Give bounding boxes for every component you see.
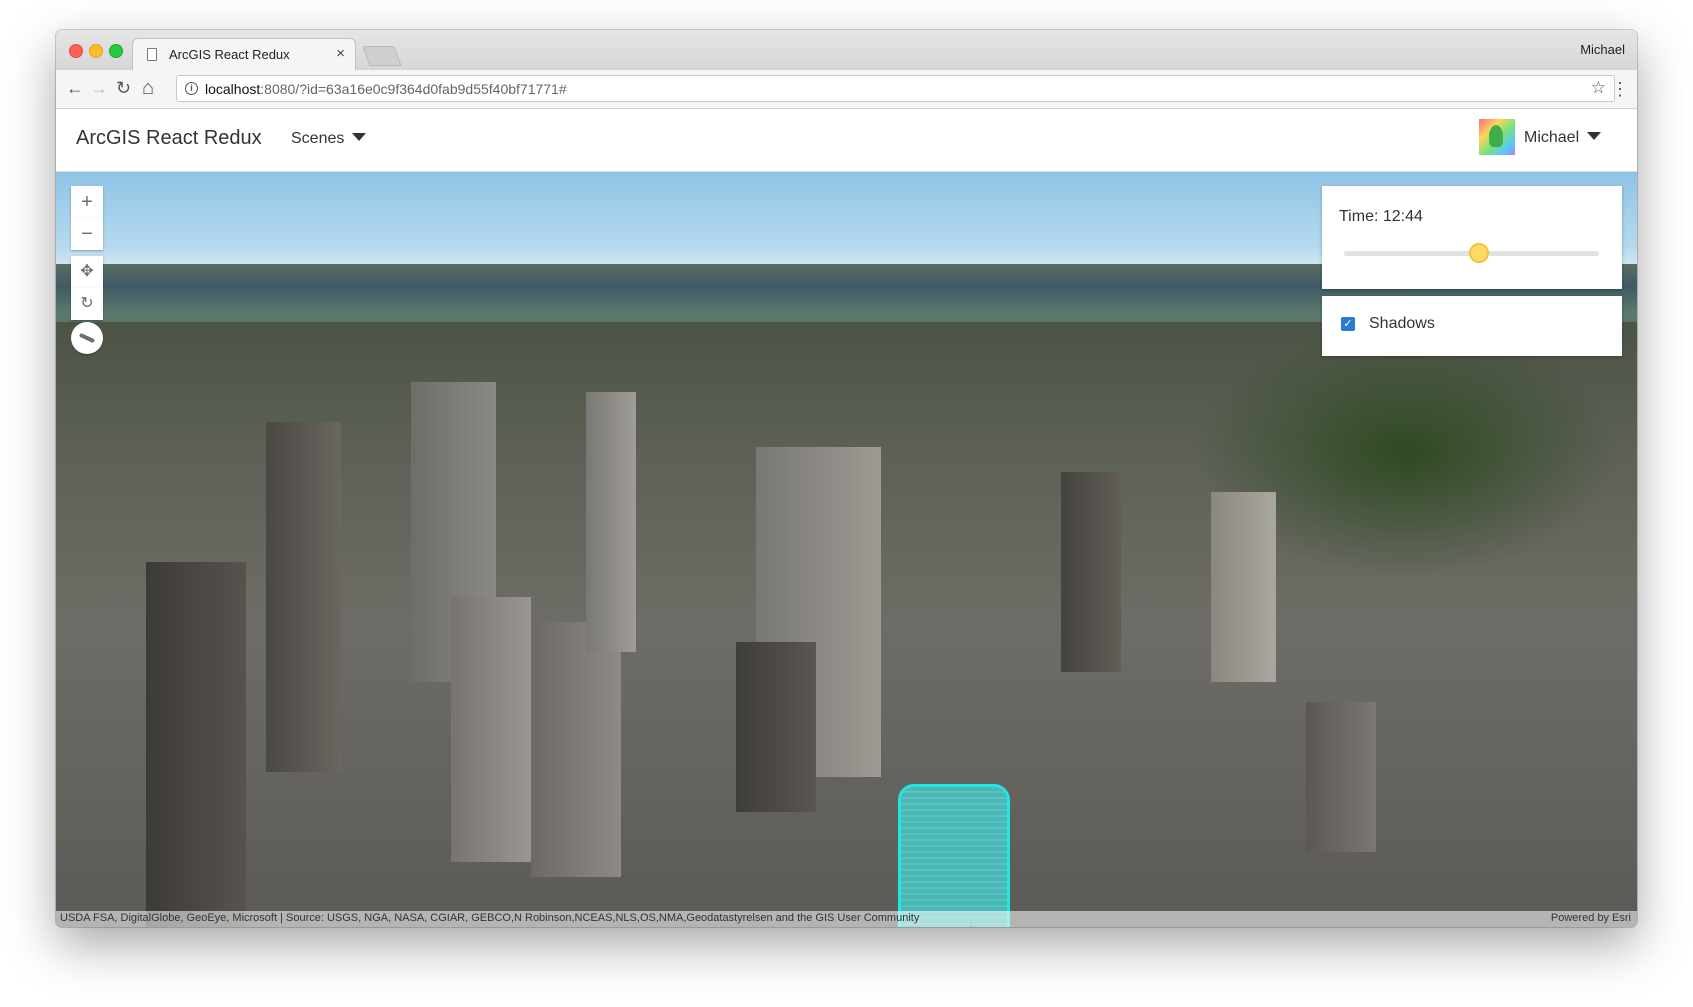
url-path: :8080/?id=63a16e0c9f364d0fab9d55f40bf717… bbox=[260, 81, 567, 97]
selected-building[interactable] bbox=[898, 784, 1010, 927]
info-icon[interactable]: i bbox=[185, 82, 198, 95]
page-icon bbox=[147, 48, 157, 61]
chevron-down-icon bbox=[1587, 132, 1602, 140]
reload-icon[interactable]: ↻ bbox=[116, 78, 131, 98]
app-header: ArcGIS React Redux Scenes Michael bbox=[56, 109, 1637, 172]
browser-toolbar: ← → ↻ ⌂ i localhost:8080/?id=63a16e0c9f3… bbox=[56, 70, 1637, 109]
building bbox=[266, 422, 341, 772]
building bbox=[1061, 472, 1121, 672]
browser-menu-icon[interactable]: ⋮ bbox=[1611, 79, 1629, 99]
building bbox=[1211, 492, 1276, 682]
building bbox=[451, 597, 531, 862]
title-bar: ArcGIS React Redux × Michael bbox=[56, 30, 1637, 70]
chevron-down-icon bbox=[352, 133, 367, 141]
dinosaur-icon bbox=[1489, 125, 1503, 147]
building bbox=[146, 562, 246, 927]
attribution-text: USDA FSA, DigitalGlobe, GeoEye, Microsof… bbox=[60, 912, 920, 924]
url-host: localhost bbox=[205, 81, 261, 97]
browser-profile-name[interactable]: Michael bbox=[1580, 42, 1625, 57]
shadows-label[interactable]: Shadows bbox=[1369, 315, 1435, 333]
app-brand[interactable]: ArcGIS React Redux bbox=[76, 127, 262, 150]
scenes-label: Scenes bbox=[291, 130, 345, 147]
tab-title: ArcGIS React Redux bbox=[169, 47, 290, 62]
bookmark-star-icon[interactable]: ☆ bbox=[1591, 78, 1606, 98]
user-menu[interactable]: Michael bbox=[1524, 129, 1602, 147]
tab-close-icon[interactable]: × bbox=[336, 45, 345, 62]
scene-view[interactable]: + − ✥ ↻ Time: 12:44 ✓ Shadows USDA FSA, … bbox=[56, 172, 1637, 927]
browser-window: ArcGIS React Redux × Michael ← → ↻ ⌂ i l… bbox=[56, 30, 1637, 927]
user-name: Michael bbox=[1524, 129, 1580, 146]
back-icon[interactable]: ← bbox=[66, 78, 84, 98]
pan-icon[interactable]: ✥ bbox=[71, 256, 103, 288]
home-icon[interactable]: ⌂ bbox=[142, 78, 154, 98]
url-text[interactable]: localhost:8080/?id=63a16e0c9f364d0fab9d5… bbox=[205, 81, 567, 97]
building bbox=[586, 392, 636, 652]
zoom-out-button[interactable]: − bbox=[71, 218, 103, 250]
minimize-window-button[interactable] bbox=[89, 44, 103, 58]
time-slider[interactable] bbox=[1344, 243, 1599, 263]
browser-tab[interactable]: ArcGIS React Redux × bbox=[132, 38, 356, 70]
shadows-panel: ✓ Shadows bbox=[1322, 296, 1622, 356]
zoom-in-button[interactable]: + bbox=[71, 186, 103, 218]
powered-by-esri[interactable]: Powered by Esri bbox=[1551, 912, 1631, 924]
address-bar[interactable]: i localhost:8080/?id=63a16e0c9f364d0fab9… bbox=[176, 75, 1615, 102]
city-terrain bbox=[56, 322, 1637, 927]
compass-button[interactable] bbox=[71, 322, 103, 354]
compass-icon bbox=[78, 332, 96, 344]
close-window-button[interactable] bbox=[69, 44, 83, 58]
scenes-dropdown[interactable]: Scenes bbox=[291, 130, 367, 148]
forward-icon[interactable]: → bbox=[90, 78, 108, 98]
map-attribution: USDA FSA, DigitalGlobe, GeoEye, Microsof… bbox=[56, 911, 1637, 927]
building bbox=[531, 622, 621, 877]
new-tab-button[interactable] bbox=[362, 46, 402, 66]
time-panel: Time: 12:44 bbox=[1322, 186, 1622, 289]
shadows-checkbox[interactable]: ✓ bbox=[1341, 317, 1355, 331]
time-slider-thumb[interactable] bbox=[1469, 243, 1490, 263]
avatar[interactable] bbox=[1479, 119, 1515, 155]
building bbox=[1306, 702, 1376, 852]
rotate-icon[interactable]: ↻ bbox=[71, 288, 103, 320]
maximize-window-button[interactable] bbox=[109, 44, 123, 58]
time-label: Time: 12:44 bbox=[1339, 208, 1423, 225]
building bbox=[736, 642, 816, 812]
